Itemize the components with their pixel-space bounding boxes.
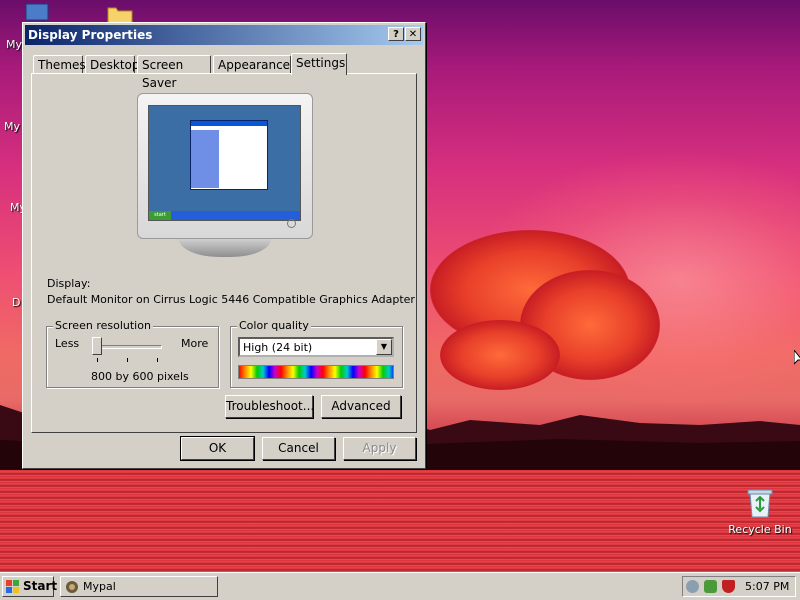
color-quality-selected: High (24 bit) bbox=[243, 341, 313, 354]
chevron-down-icon[interactable]: ▼ bbox=[376, 339, 392, 355]
cancel-button[interactable]: Cancel bbox=[262, 437, 335, 460]
color-quality-dropdown[interactable]: High (24 bit) ▼ bbox=[238, 337, 394, 357]
ok-button[interactable]: OK bbox=[180, 436, 255, 461]
close-icon: ✕ bbox=[408, 29, 418, 40]
windows-logo-icon bbox=[6, 580, 19, 593]
display-label: Display: bbox=[47, 277, 91, 290]
recycle-bin-icon bbox=[747, 489, 773, 518]
start-label: Start bbox=[23, 579, 58, 593]
tab-themes[interactable]: Themes bbox=[33, 55, 86, 73]
screen-resolution-group: Screen resolution Less More 800 by 600 p… bbox=[46, 319, 219, 388]
screen-resolution-title: Screen resolution bbox=[53, 319, 153, 332]
desktop-icon-label: D bbox=[12, 296, 21, 309]
color-quality-title: Color quality bbox=[237, 319, 311, 332]
taskbar-item-label: Mypal bbox=[83, 580, 116, 593]
network-icon[interactable] bbox=[686, 580, 699, 593]
close-button[interactable]: ✕ bbox=[405, 27, 421, 41]
recycle-bin-label: Recycle Bin bbox=[728, 523, 792, 536]
desktop-icon-label: My bbox=[6, 38, 23, 51]
tab-appearance[interactable]: Appearance bbox=[213, 55, 291, 73]
advanced-button[interactable]: Advanced bbox=[321, 395, 401, 418]
title-bar[interactable]: Display Properties ? ✕ bbox=[25, 25, 423, 45]
computer-icon bbox=[25, 3, 49, 21]
system-tray: 5:07 PM bbox=[682, 576, 796, 597]
taskbar-item-mypal[interactable]: Mypal bbox=[60, 576, 218, 597]
desktop-icon-label: My bbox=[4, 120, 21, 133]
color-spectrum-bar bbox=[238, 365, 394, 379]
troubleshoot-button[interactable]: Troubleshoot... bbox=[225, 395, 314, 418]
sea bbox=[0, 470, 800, 572]
preview-screen: start bbox=[148, 105, 301, 221]
update-icon[interactable] bbox=[704, 580, 717, 593]
slider-tick bbox=[97, 358, 98, 362]
slider-tick bbox=[157, 358, 158, 362]
preview-taskbar: start bbox=[149, 211, 300, 220]
power-button-icon bbox=[287, 219, 296, 228]
mypal-app-icon bbox=[66, 581, 78, 593]
window-title: Display Properties bbox=[28, 28, 153, 42]
taskbar: Start Mypal 5:07 PM bbox=[0, 572, 800, 600]
resolution-more-label: More bbox=[181, 337, 209, 350]
apply-button[interactable]: Apply bbox=[343, 437, 416, 460]
preview-window bbox=[190, 120, 268, 190]
resolution-less-label: Less bbox=[55, 337, 80, 350]
color-quality-group: Color quality High (24 bit) ▼ bbox=[230, 319, 403, 388]
resolution-slider-thumb[interactable] bbox=[92, 337, 102, 355]
monitor-preview: start bbox=[137, 93, 313, 257]
clock: 5:07 PM bbox=[745, 580, 790, 593]
resolution-slider-track[interactable] bbox=[94, 345, 162, 349]
display-value: Default Monitor on Cirrus Logic 5446 Com… bbox=[47, 293, 415, 306]
slider-tick bbox=[127, 358, 128, 362]
folder-icon bbox=[107, 7, 133, 24]
mouse-cursor-icon bbox=[794, 350, 800, 365]
display-properties-window[interactable]: Display Properties ? ✕ Themes Desktop Sc… bbox=[22, 22, 426, 469]
help-button[interactable]: ? bbox=[388, 27, 404, 41]
monitor-bezel: start bbox=[137, 93, 313, 239]
cloud bbox=[440, 320, 560, 390]
tab-screen-saver[interactable]: Screen Saver bbox=[137, 55, 211, 90]
tab-desktop[interactable]: Desktop bbox=[85, 55, 140, 73]
desktop-icon-recycle-bin[interactable]: Recycle Bin bbox=[724, 487, 796, 536]
security-shield-icon[interactable] bbox=[722, 580, 735, 593]
preview-start-button: start bbox=[149, 211, 171, 220]
resolution-value: 800 by 600 pixels bbox=[91, 370, 189, 383]
start-button[interactable]: Start bbox=[2, 576, 58, 597]
tab-settings[interactable]: Settings bbox=[291, 53, 347, 75]
